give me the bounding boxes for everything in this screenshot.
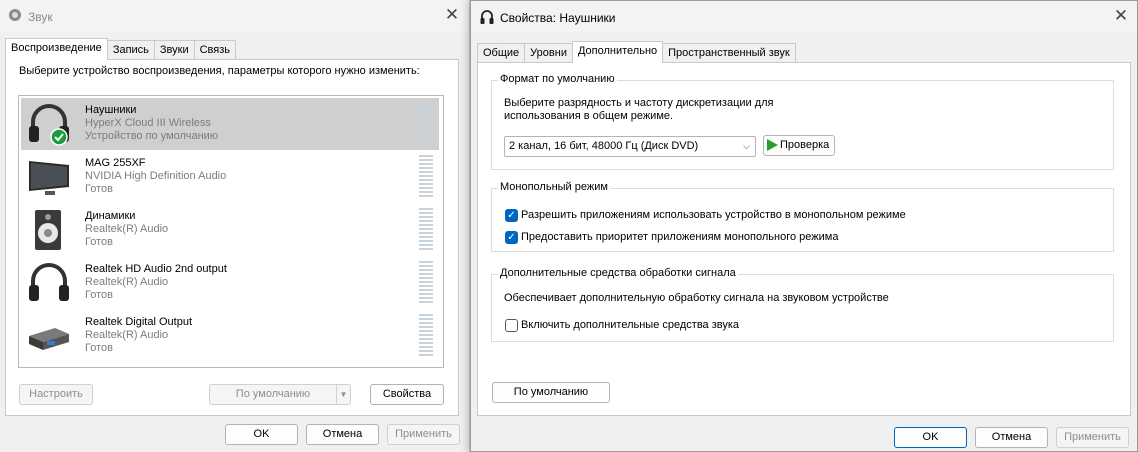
cancel-button[interactable]: Отмена (975, 427, 1048, 448)
playback-description: Выберите устройство воспроизведения, пар… (19, 65, 420, 77)
close-icon[interactable]: ✕ (1109, 5, 1133, 29)
enable-enhancements-label: Включить дополнительные средства звука (521, 319, 740, 331)
device-item-speakers[interactable]: Динамики Realtek(R) Audio Готов (21, 204, 439, 256)
monitor-icon (29, 161, 69, 195)
default-format-group: Формат по умолчанию Выберите разрядность… (491, 73, 1114, 170)
level-meter (419, 155, 433, 199)
cancel-button[interactable]: Отмена (306, 424, 379, 445)
tab-sounds[interactable]: Звуки (153, 40, 195, 60)
device-item-digital-output[interactable]: Realtek Digital Output Realtek(R) Audio … (21, 310, 439, 362)
properties-window: Свойства: Наушники ✕ Общие Уровни Дополн… (470, 0, 1138, 452)
device-list[interactable]: Наушники HyperX Cloud III Wireless Устро… (18, 95, 444, 368)
enhancements-description: Обеспечивает дополнительную обработку си… (504, 292, 889, 304)
device-driver: HyperX Cloud III Wireless (85, 117, 211, 129)
properties-titlebar: Свойства: Наушники ✕ (471, 1, 1137, 33)
sound-titlebar: Звук ✕ (0, 0, 469, 32)
speaker-icon (35, 210, 61, 250)
allow-exclusive-label: Разрешить приложениям использовать устро… (521, 209, 906, 221)
chevron-down-icon: ⌵ (743, 141, 750, 151)
sound-window: Звук ✕ Воспроизведение Запись Звуки Связ… (0, 0, 470, 452)
format-description-line: использования в общем режиме. (504, 110, 674, 122)
device-status: Готов (85, 342, 113, 354)
device-name: Realtek HD Audio 2nd output (85, 263, 227, 275)
configure-button[interactable]: Настроить (19, 384, 93, 405)
device-name: Realtek Digital Output (85, 316, 192, 328)
group-title: Формат по умолчанию (498, 73, 617, 85)
enable-enhancements-checkbox[interactable] (505, 319, 518, 332)
speaker-title-icon (9, 9, 21, 21)
exclusive-mode-group: Монопольный режим ✓ Разрешить приложения… (491, 181, 1114, 252)
digital-output-icon (29, 328, 69, 350)
device-driver: Realtek(R) Audio (85, 223, 169, 235)
device-status: Готов (85, 236, 113, 248)
device-name: MAG 255XF (85, 157, 146, 169)
level-meter (419, 261, 433, 305)
device-item-headphones[interactable]: Наушники HyperX Cloud III Wireless Устро… (21, 98, 439, 150)
device-driver: Realtek(R) Audio (85, 329, 169, 341)
restore-defaults-button[interactable]: По умолчанию (492, 382, 610, 403)
apply-button[interactable]: Применить (387, 424, 460, 445)
apply-button[interactable]: Применить (1056, 427, 1129, 448)
properties-button[interactable]: Свойства (370, 384, 444, 405)
set-default-label: По умолчанию (235, 388, 311, 400)
headphones-title-icon (480, 10, 494, 24)
test-button[interactable]: Проверка (763, 135, 835, 156)
headphones-icon (29, 263, 69, 301)
format-select-value: 2 канал, 16 бит, 48000 Гц (Диск DVD) (509, 140, 699, 152)
device-driver: NVIDIA High Definition Audio (85, 170, 227, 182)
play-icon (767, 139, 778, 151)
sound-tabs: Воспроизведение Запись Звуки Связь (5, 38, 237, 60)
headphones-icon (29, 104, 69, 146)
ok-button[interactable]: OK (894, 427, 967, 448)
advanced-panel: Формат по умолчанию Выберите разрядность… (477, 62, 1131, 416)
format-description-line: Выберите разрядность и частоту дискретиз… (504, 97, 774, 109)
test-button-label: Проверка (780, 139, 830, 151)
format-description: Выберите разрядность и частоту дискретиз… (504, 97, 774, 123)
ok-button[interactable]: OK (225, 424, 298, 445)
chevron-down-icon[interactable]: ▼ (336, 385, 350, 404)
level-meter (419, 102, 433, 146)
tab-general[interactable]: Общие (477, 43, 526, 63)
allow-exclusive-checkbox[interactable]: ✓ (505, 209, 518, 222)
level-meter (419, 208, 433, 252)
tab-spatial-sound[interactable]: Пространственный звук (662, 43, 796, 63)
exclusive-priority-label: Предоставить приоритет приложениям моноп… (521, 231, 839, 243)
set-default-button[interactable]: По умолчанию ▼ (209, 384, 351, 405)
device-status: Готов (85, 183, 113, 195)
tab-playback[interactable]: Воспроизведение (5, 38, 108, 60)
device-status: Устройство по умолчанию (85, 130, 219, 142)
tab-advanced[interactable]: Дополнительно (571, 41, 664, 63)
properties-tabs: Общие Уровни Дополнительно Пространствен… (477, 41, 796, 63)
device-status: Готов (85, 289, 113, 301)
close-icon[interactable]: ✕ (440, 4, 464, 28)
tab-communications[interactable]: Связь (193, 40, 237, 60)
group-title: Монопольный режим (498, 181, 610, 193)
level-meter (419, 314, 433, 358)
playback-panel: Выберите устройство воспроизведения, пар… (5, 59, 459, 416)
properties-window-title: Свойства: Наушники (500, 11, 616, 25)
exclusive-priority-checkbox[interactable]: ✓ (505, 231, 518, 244)
sound-window-title: Звук (28, 10, 53, 24)
tab-levels[interactable]: Уровни (524, 43, 573, 63)
tab-recording[interactable]: Запись (106, 40, 155, 60)
device-name: Динамики (85, 210, 136, 222)
device-item-hd-audio-2nd[interactable]: Realtek HD Audio 2nd output Realtek(R) A… (21, 257, 439, 309)
device-name: Наушники (85, 104, 137, 116)
format-select[interactable]: 2 канал, 16 бит, 48000 Гц (Диск DVD) ⌵ (504, 136, 756, 157)
signal-enhancements-group: Дополнительные средства обработки сигнал… (491, 267, 1114, 342)
device-driver: Realtek(R) Audio (85, 276, 169, 288)
group-title: Дополнительные средства обработки сигнал… (498, 267, 738, 279)
device-item-monitor[interactable]: MAG 255XF NVIDIA High Definition Audio Г… (21, 151, 439, 203)
